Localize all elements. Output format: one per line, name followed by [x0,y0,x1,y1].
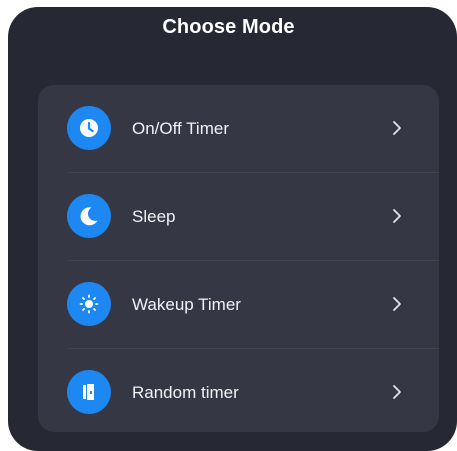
moon-icon [67,194,111,238]
chevron-right-icon [393,209,401,223]
chevron-right-icon [393,121,401,135]
mode-option-on-off-timer[interactable]: On/Off Timer [38,85,439,172]
mode-label: On/Off Timer [132,119,229,138]
sun-icon [67,282,111,326]
chevron-right-icon [393,297,401,311]
door-exit-icon [67,370,111,414]
chevron-right-icon [393,385,401,399]
mode-list: On/Off Timer Sleep Wakeup Timer Random t… [38,85,439,432]
mode-option-random-timer[interactable]: Random timer [38,349,439,432]
dialog-title: Choose Mode [162,16,295,38]
mode-option-sleep[interactable]: Sleep [38,173,439,260]
mode-label: Random timer [132,383,239,402]
mode-label: Sleep [132,207,176,226]
choose-mode-sheet: Choose Mode On/Off Timer Sleep Wakeup Ti… [8,7,457,451]
clock-icon [67,106,111,150]
mode-option-wakeup-timer[interactable]: Wakeup Timer [38,261,439,348]
mode-label: Wakeup Timer [132,295,241,314]
